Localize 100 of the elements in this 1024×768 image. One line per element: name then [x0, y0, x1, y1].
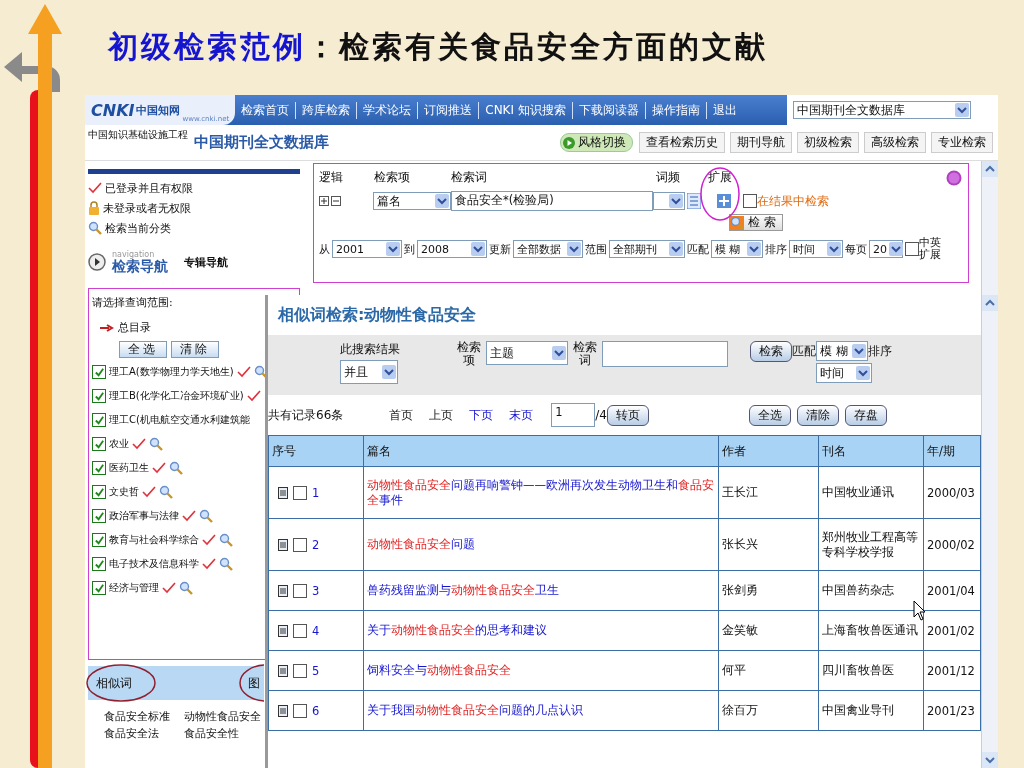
category-label[interactable]: 理工A(数学物理力学天地生)	[109, 365, 234, 379]
row-number[interactable]: 6	[312, 703, 320, 718]
filter-label: 排序	[765, 241, 787, 257]
category-label[interactable]: 农业	[109, 437, 129, 451]
column-header: 年/期	[923, 435, 981, 467]
dropdown[interactable]: 时间	[816, 363, 872, 383]
action-button[interactable]: 全选	[749, 404, 791, 426]
column-header: 篇名	[363, 435, 719, 467]
column-label: 扩展	[708, 170, 733, 185]
table-cell: 王长江	[722, 485, 758, 499]
row-number[interactable]: 2	[312, 537, 320, 552]
filter-label: 每页	[845, 241, 867, 257]
row-number[interactable]: 1	[312, 485, 320, 500]
checkbox-label[interactable]: 中英扩展	[919, 237, 949, 261]
tagline: 中国知识基础设施工程	[87, 128, 189, 142]
nav-link[interactable]: 跨库检索	[295, 101, 357, 119]
column-label: 逻辑	[319, 170, 344, 185]
table-cell: 金笑敏	[722, 623, 758, 637]
record-count: 共有记录66条	[268, 406, 344, 424]
filter-label: 到	[404, 241, 415, 257]
field-label: 检索词	[572, 341, 598, 367]
dropdown[interactable]: 全部期刊	[609, 240, 685, 258]
nav-caption: navigation	[112, 251, 156, 259]
category-label[interactable]: 教育与社会科学综合	[109, 533, 199, 547]
go-button[interactable]: 转页	[606, 404, 649, 426]
row-number[interactable]: 5	[312, 663, 320, 678]
dropdown[interactable]: 中国期刊全文数据库	[793, 101, 971, 119]
table-cell: 2001/23	[927, 703, 975, 718]
similar-word[interactable]: 食品安全法	[104, 725, 184, 742]
pager-link[interactable]: 末页	[509, 406, 534, 424]
filter-label: 更新	[489, 241, 511, 257]
tool-tab[interactable]: 期刊导航	[730, 132, 792, 153]
action-button[interactable]: 存盘	[845, 404, 887, 426]
dropdown[interactable]: 并且	[340, 360, 398, 384]
column-header: 序号	[268, 435, 364, 467]
nav-link[interactable]: 学术论坛	[356, 101, 418, 119]
search-button[interactable]: 检索	[750, 341, 792, 362]
nav-link[interactable]: 下载阅读器	[571, 101, 645, 119]
checkbox-label[interactable]: 在结果中检索	[757, 193, 829, 209]
similar-word[interactable]: 食品安全性	[184, 725, 264, 742]
dropdown[interactable]: 2008	[417, 240, 487, 258]
category-label[interactable]: 经济与管理	[109, 581, 159, 595]
page-field[interactable]: 1	[551, 403, 596, 427]
tool-tab[interactable]: 查看检索历史	[639, 132, 725, 153]
style-switch-button[interactable]: 风格切换	[560, 133, 633, 152]
category-label[interactable]: 电子技术及信息科学	[109, 557, 199, 571]
dropdown[interactable]: 篇名	[373, 192, 451, 210]
slide-title: 初级检索范例	[108, 28, 306, 66]
row-number[interactable]: 3	[312, 583, 320, 598]
nav-link[interactable]: CNKI 知识搜索	[478, 101, 572, 119]
tree-root[interactable]: 总目录	[118, 320, 151, 335]
scope-button[interactable]: 全选	[119, 341, 167, 358]
scope-button[interactable]: 清除	[171, 341, 219, 358]
dropdown[interactable]: 20	[869, 240, 903, 258]
dropdown[interactable]: 模 糊	[711, 240, 763, 258]
filter-label: 范围	[585, 241, 607, 257]
dropdown[interactable]: 模 糊	[816, 341, 868, 361]
pager-link[interactable]: 下页	[469, 406, 494, 424]
tool-tab[interactable]: 高级检索	[864, 132, 926, 153]
nav-link[interactable]: 订阅推送	[417, 101, 479, 119]
category-label[interactable]: 政治军事与法律	[109, 509, 179, 523]
album-nav-link[interactable]: 专辑导航	[184, 254, 228, 270]
table-cell: 中国兽药杂志	[822, 583, 894, 597]
dropdown[interactable]: 主题	[486, 341, 568, 365]
row-number[interactable]: 4	[312, 623, 320, 638]
table-cell: 中国牧业通讯	[822, 485, 894, 499]
tool-tab[interactable]: 专业检索	[931, 132, 993, 153]
popup-title: 相似词检索:动物性食品安全	[276, 303, 478, 326]
dropdown[interactable]: 时间	[789, 240, 843, 258]
search-button[interactable]: 检 索	[729, 214, 783, 231]
nav-link[interactable]: 退出	[705, 101, 743, 119]
dropdown[interactable]: 2001	[332, 240, 402, 258]
column-label: 检索项	[374, 170, 411, 185]
category-label[interactable]: 医药卫生	[109, 461, 149, 475]
column-label: 词频	[656, 170, 681, 185]
tool-tab[interactable]: 初级检索	[797, 132, 859, 153]
legend-text: 未登录或者无权限	[103, 200, 191, 216]
field-label: 排序	[868, 342, 892, 360]
table-cell: 2001/12	[927, 663, 975, 678]
category-label[interactable]: 文史哲	[109, 485, 139, 499]
filter-label: 匹配	[687, 241, 709, 257]
nav-title[interactable]: 检索导航	[112, 259, 168, 273]
category-label[interactable]: 理工C(机电航空交通水利建筑能	[109, 413, 250, 427]
column-label: 检索词	[451, 170, 488, 185]
table-cell: 四川畜牧兽医	[822, 663, 894, 677]
table-cell: 2001/04	[927, 583, 975, 598]
table-cell: 2000/03	[927, 485, 975, 500]
legend-text: 检索当前分类	[105, 220, 171, 236]
dropdown[interactable]: 全部数据	[513, 240, 583, 258]
slide-subtitle: ：检索有关食品安全方面的文献	[306, 28, 768, 66]
search-term-field[interactable]: 食品安全*(检验局)	[451, 191, 653, 211]
page-total: /4	[595, 408, 607, 422]
scope-prompt: 请选择查询范围:	[92, 295, 174, 310]
nav-link[interactable]: 检索首页	[235, 101, 296, 119]
category-label[interactable]: 理工B(化学化工冶金环境矿业)	[109, 389, 244, 403]
similar-word[interactable]: 食品安全标准	[104, 708, 184, 725]
action-button[interactable]: 清除	[797, 404, 839, 426]
table-cell: 上海畜牧兽医通讯	[822, 623, 918, 637]
nav-link[interactable]: 操作指南	[644, 101, 706, 119]
similar-word[interactable]: 动物性食品安全	[184, 708, 264, 725]
